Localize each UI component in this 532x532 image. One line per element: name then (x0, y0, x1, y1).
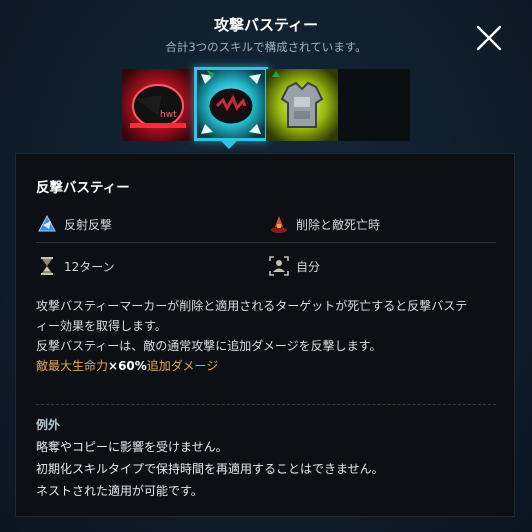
highlight-pre: 敵最大生命力 (36, 359, 109, 373)
svg-text:hwt: hwt (160, 110, 177, 120)
exception-item: ネストされた適用が可能です。 (36, 484, 203, 498)
dialog-subtitle: 合計3つのスキルで構成されています。 (165, 40, 367, 54)
dialog-title: 攻撃バスティー (213, 16, 319, 34)
exceptions-title: 例外 (36, 418, 61, 432)
skill-description: 攻撃バスティーマーカーが削除と適用されるターゲットが死亡すると反撃バステ ィー効… (36, 296, 500, 376)
trigger-icon (271, 216, 287, 233)
description-line-1: 攻撃バスティーマーカーが削除と適用されるターゲットが死亡すると反撃バステ (36, 299, 468, 313)
stat-duration: 12ターン (36, 255, 115, 277)
skill-name: 反撃バスティー (36, 180, 130, 196)
highlight-post: 追加ダメージ (146, 359, 219, 373)
skill-slot-2[interactable] (194, 67, 268, 141)
stat-duration-label: 12ターン (64, 259, 115, 274)
skill-slot-4 (338, 69, 410, 141)
exception-item: 初期化スキルタイプで保持時間を再適用することはできません。 (36, 462, 384, 476)
exception-item: 略奪やコピーに影響を受けません。 (36, 440, 228, 454)
exception-divider (36, 404, 496, 405)
close-icon (476, 25, 502, 51)
selected-slot-pointer (221, 141, 237, 149)
stat-trigger: 削除と敵死亡時 (268, 213, 380, 235)
skill-slot-1[interactable]: hwt (122, 69, 194, 141)
skill-slot-3[interactable] (266, 69, 338, 141)
stat-divider (36, 242, 496, 243)
reflect-icon (38, 214, 56, 232)
description-highlight: 敵最大生命力×60%追加ダメージ (36, 356, 500, 376)
stat-trigger-label: 削除と敵死亡時 (296, 217, 381, 232)
close-button[interactable] (473, 22, 505, 54)
skill-info-dialog: 攻撃バスティー 合計3つのスキルで構成されています。 hwt 反撃バスティー 反… (0, 0, 532, 532)
hourglass-icon (41, 257, 53, 275)
red-mask-icon: hwt (122, 69, 194, 141)
stat-type-label: 反射反撃 (64, 217, 113, 232)
stat-target-label: 自分 (296, 259, 321, 274)
highlight-mid: ×60% (108, 359, 147, 373)
armor-icon (266, 69, 338, 141)
description-line-2: ィー効果を取得します。 (36, 319, 167, 333)
stat-type: 反射反撃 (36, 213, 112, 235)
cyan-shield-icon (197, 70, 265, 138)
skill-detail-panel: 反撃バスティー 反射反撃 削除と敵死亡時 12ターン 自分 攻撃バスティーマーカ… (15, 153, 515, 517)
self-target-icon (269, 256, 289, 276)
stat-target: 自分 (268, 255, 320, 277)
description-line-3: 反撃バスティーは、敵の通常攻撃に追加ダメージを反撃します。 (36, 339, 382, 353)
